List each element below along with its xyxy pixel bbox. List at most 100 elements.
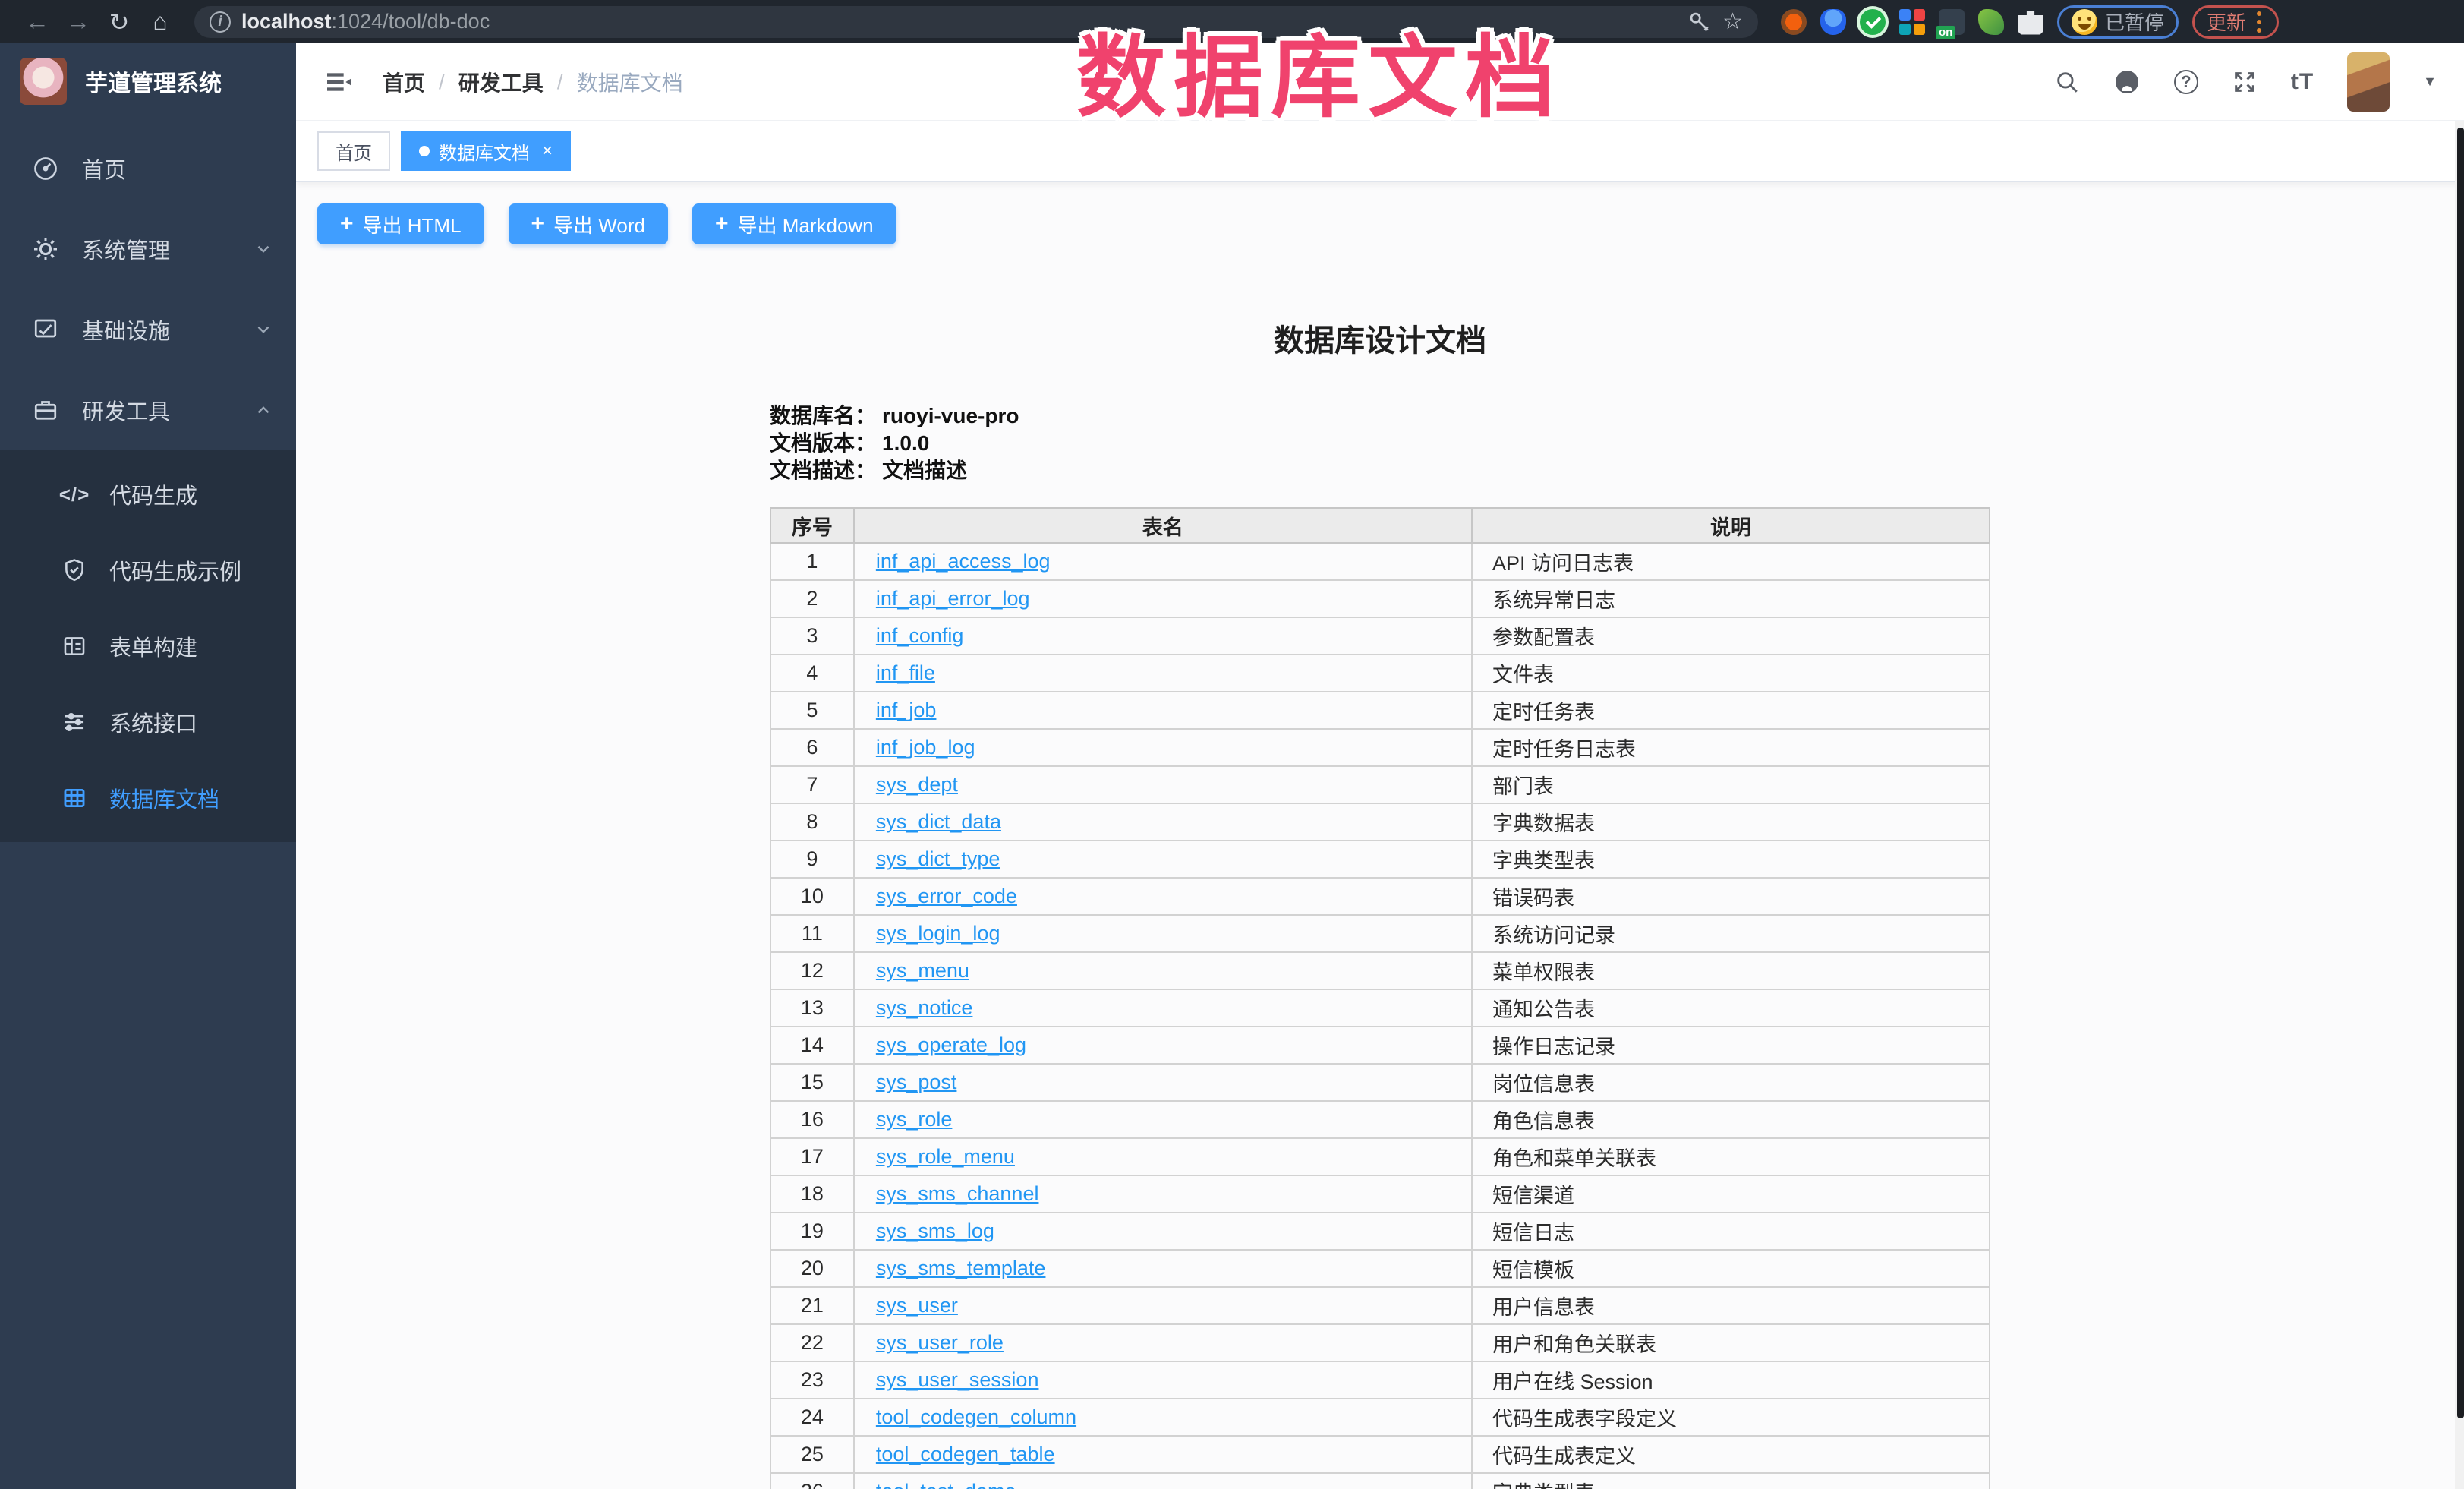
table-row: 3inf_config参数配置表 [770, 617, 1990, 655]
url-text[interactable]: localhost:1024/tool/db-doc [241, 10, 490, 33]
page-scrollbar[interactable] [2455, 121, 2464, 1489]
sidebar-item-label: 首页 [82, 153, 273, 185]
table-name-link[interactable]: sys_login_log [876, 922, 1000, 945]
avatar-caret-down-icon[interactable]: ▼ [2423, 74, 2437, 90]
scrollbar-thumb[interactable] [2457, 128, 2464, 1418]
table-name-link[interactable]: sys_dict_data [876, 810, 1001, 833]
browser-forward-icon[interactable]: → [61, 5, 96, 39]
extension-icon-orange[interactable] [1781, 9, 1807, 35]
table-name-link[interactable]: sys_operate_log [876, 1033, 1026, 1056]
search-icon[interactable] [2054, 69, 2080, 95]
table-row: 14sys_operate_log操作日志记录 [770, 1027, 1990, 1064]
table-name-link[interactable]: sys_dept [876, 773, 958, 796]
row-table-name: tool_codegen_column [854, 1399, 1472, 1436]
row-table-name: sys_login_log [854, 915, 1472, 952]
site-info-icon[interactable]: i [210, 11, 231, 33]
sidebar-item-db-doc[interactable]: 数据库文档 [0, 760, 296, 836]
table-name-link[interactable]: sys_sms_template [876, 1257, 1046, 1279]
table-name-link[interactable]: sys_user_session [876, 1368, 1039, 1391]
user-avatar[interactable] [2347, 52, 2390, 112]
table-name-link[interactable]: tool_test_demo [876, 1480, 1016, 1489]
row-table-name: sys_error_code [854, 878, 1472, 915]
table-name-link[interactable]: sys_sms_channel [876, 1182, 1039, 1205]
address-bar[interactable]: i localhost:1024/tool/db-doc ☆ [194, 6, 1758, 38]
table-name-link[interactable]: sys_user_role [876, 1331, 1004, 1354]
table-name-link[interactable]: tool_codegen_column [876, 1405, 1076, 1428]
sidebar-item-code-gen[interactable]: </> 代码生成 [0, 456, 296, 532]
profile-paused-chip[interactable]: 已暂停 [2057, 5, 2179, 39]
row-table-name: sys_operate_log [854, 1027, 1472, 1064]
tab-close-icon[interactable]: × [542, 142, 553, 160]
table-name-link[interactable]: sys_sms_log [876, 1219, 994, 1242]
table-name-link[interactable]: sys_dict_type [876, 847, 1000, 870]
bookmark-star-icon[interactable]: ☆ [1722, 8, 1743, 35]
sidebar-item-system[interactable]: 系统管理 [0, 209, 296, 289]
table-name-link[interactable]: sys_post [876, 1071, 957, 1093]
button-label: 导出 HTML [363, 210, 462, 238]
table-name-link[interactable]: sys_role [876, 1108, 953, 1131]
extension-icon-green-check[interactable] [1860, 9, 1886, 35]
extension-icon-puzzle[interactable] [2018, 9, 2043, 35]
help-icon[interactable]: ? [2174, 70, 2198, 94]
plus-icon: + [531, 211, 545, 237]
browser-update-chip[interactable]: 更新 [2192, 5, 2279, 39]
export-html-button[interactable]: + 导出 HTML [317, 203, 484, 244]
table-grid-icon [59, 785, 90, 811]
extension-icon-leaf[interactable] [1978, 9, 2004, 35]
table-name-link[interactable]: tool_codegen_table [876, 1443, 1055, 1465]
row-index: 4 [770, 655, 854, 692]
sidebar-item-home[interactable]: 首页 [0, 128, 296, 209]
row-index: 18 [770, 1175, 854, 1213]
row-index: 1 [770, 543, 854, 580]
extension-icon-grid[interactable] [1899, 9, 1925, 35]
table-name-link[interactable]: inf_api_error_log [876, 587, 1030, 610]
table-name-link[interactable]: sys_user [876, 1294, 958, 1317]
row-table-name: sys_user_session [854, 1361, 1472, 1399]
breadcrumb-home[interactable]: 首页 [383, 67, 425, 97]
tables-index-table: 序号 表名 说明 1inf_api_access_logAPI 访问日志表2in… [770, 507, 1990, 1489]
doc-meta: 数据库名：ruoyi-vue-pro 文档版本：1.0.0 文档描述：文档描述 [770, 402, 1990, 484]
sidebar-collapse-icon[interactable] [323, 67, 354, 97]
tab-home[interactable]: 首页 [317, 131, 390, 171]
app-logo-row[interactable]: 芋道管理系统 [0, 43, 296, 119]
font-size-icon[interactable]: tT [2291, 69, 2314, 95]
breadcrumb-dev-tools[interactable]: 研发工具 [458, 67, 544, 97]
extension-icon-on[interactable]: on [1939, 9, 1965, 35]
export-word-button[interactable]: + 导出 Word [509, 203, 668, 244]
dashboard-icon [30, 155, 61, 182]
browser-reload-icon[interactable]: ↻ [102, 5, 137, 39]
table-name-link[interactable]: sys_notice [876, 996, 973, 1019]
table-row: 26tool_test_demo字典类型表 [770, 1473, 1990, 1489]
sidebar-item-dev-tools[interactable]: 研发工具 [0, 370, 296, 450]
browser-menu-kebab-icon[interactable] [2254, 11, 2264, 33]
fullscreen-icon[interactable] [2232, 69, 2258, 95]
table-name-link[interactable]: sys_menu [876, 959, 969, 982]
export-markdown-button[interactable]: + 导出 Markdown [692, 203, 896, 244]
table-row: 7sys_dept部门表 [770, 766, 1990, 803]
row-table-name: sys_sms_template [854, 1250, 1472, 1287]
tab-db-doc[interactable]: 数据库文档 × [401, 131, 571, 171]
browser-back-icon[interactable]: ← [20, 5, 55, 39]
table-name-link[interactable]: inf_api_access_log [876, 550, 1051, 573]
table-row: 25tool_codegen_table代码生成表定义 [770, 1436, 1990, 1473]
row-index: 26 [770, 1473, 854, 1489]
table-name-link[interactable]: inf_job_log [876, 736, 975, 759]
row-index: 24 [770, 1399, 854, 1436]
table-name-link[interactable]: inf_file [876, 661, 935, 684]
chevron-down-icon [254, 239, 273, 259]
sidebar-item-form-builder[interactable]: 表单构建 [0, 608, 296, 684]
table-name-link[interactable]: sys_error_code [876, 885, 1017, 907]
table-name-link[interactable]: sys_role_menu [876, 1145, 1015, 1168]
col-header-no: 序号 [770, 508, 854, 543]
sidebar-item-code-gen-demo[interactable]: 代码生成示例 [0, 532, 296, 608]
sidebar-item-infrastructure[interactable]: 基础设施 [0, 289, 296, 370]
sidebar-item-api[interactable]: 系统接口 [0, 684, 296, 760]
table-name-link[interactable]: inf_job [876, 699, 937, 721]
page-header: 首页 / 研发工具 / 数据库文档 ? [296, 43, 2464, 121]
table-name-link[interactable]: inf_config [876, 624, 964, 647]
extension-icon-blue[interactable] [1820, 9, 1846, 35]
github-icon[interactable] [2113, 68, 2141, 96]
browser-home-icon[interactable]: ⌂ [143, 5, 178, 39]
password-key-icon[interactable] [1687, 10, 1712, 34]
tab-label: 数据库文档 [439, 138, 530, 165]
